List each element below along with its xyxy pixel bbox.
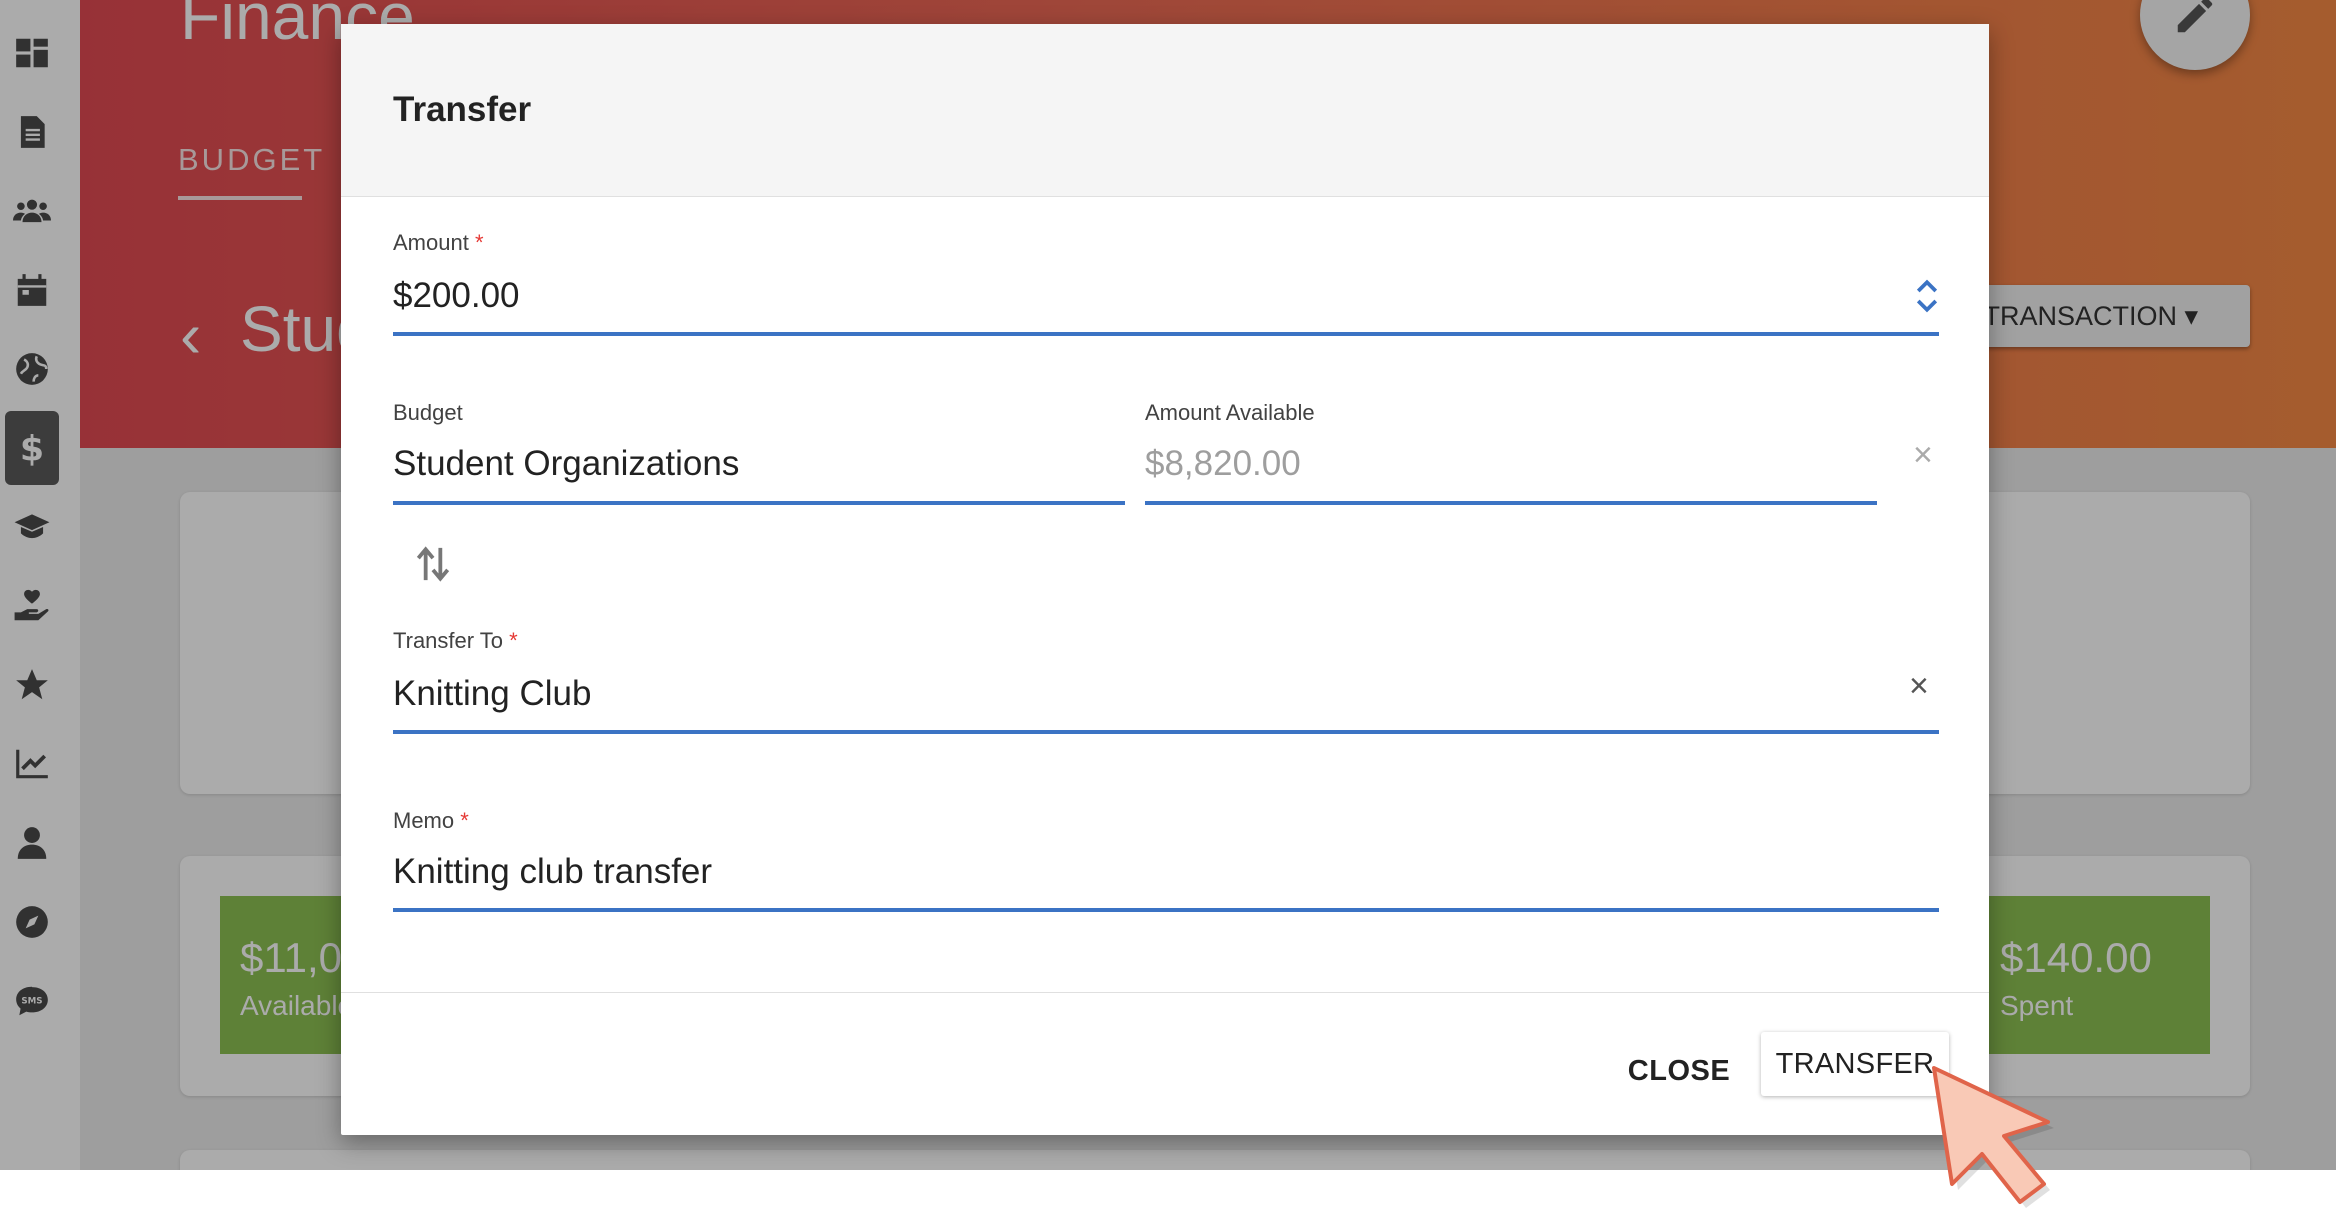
close-button[interactable]: CLOSE [1619, 1046, 1739, 1096]
transfer-to-label: Transfer To * [393, 628, 518, 653]
stepper-icon[interactable] [1912, 276, 1942, 316]
transfer-to-select[interactable]: Knitting Club [393, 674, 591, 714]
amount-available-field: $8,820.00 [1145, 444, 1301, 483]
transfer-to-underline [393, 730, 1939, 734]
clear-transfer-to-icon[interactable]: × [1909, 669, 1929, 703]
amount-label: Amount * [393, 230, 484, 255]
memo-label: Memo * [393, 808, 469, 833]
required-marker: * [460, 808, 469, 833]
transfer-button[interactable]: TRANSFER [1761, 1032, 1949, 1096]
footer-divider [341, 992, 1989, 993]
budget-select[interactable]: Student Organizations [393, 444, 739, 484]
amount-available-label: Amount Available [1145, 400, 1315, 425]
dialog-title: Transfer [393, 90, 532, 129]
amount-input[interactable]: $200.00 [393, 276, 520, 316]
swap-icon[interactable] [415, 542, 451, 586]
required-marker: * [474, 230, 484, 255]
budget-underline [393, 501, 1125, 505]
required-marker: * [509, 628, 518, 653]
amount-available-underline [1145, 501, 1877, 505]
mouse-cursor-icon [1932, 1066, 2054, 1208]
remove-budget-icon[interactable]: × [1913, 438, 1933, 472]
budget-label: Budget [393, 400, 463, 425]
memo-underline [393, 908, 1939, 912]
memo-input[interactable]: Knitting club transfer [393, 852, 712, 892]
amount-underline [393, 332, 1939, 336]
transfer-dialog: Transfer Amount * $200.00 Budget Student… [341, 24, 1989, 1135]
dialog-header: Transfer [341, 24, 1989, 197]
